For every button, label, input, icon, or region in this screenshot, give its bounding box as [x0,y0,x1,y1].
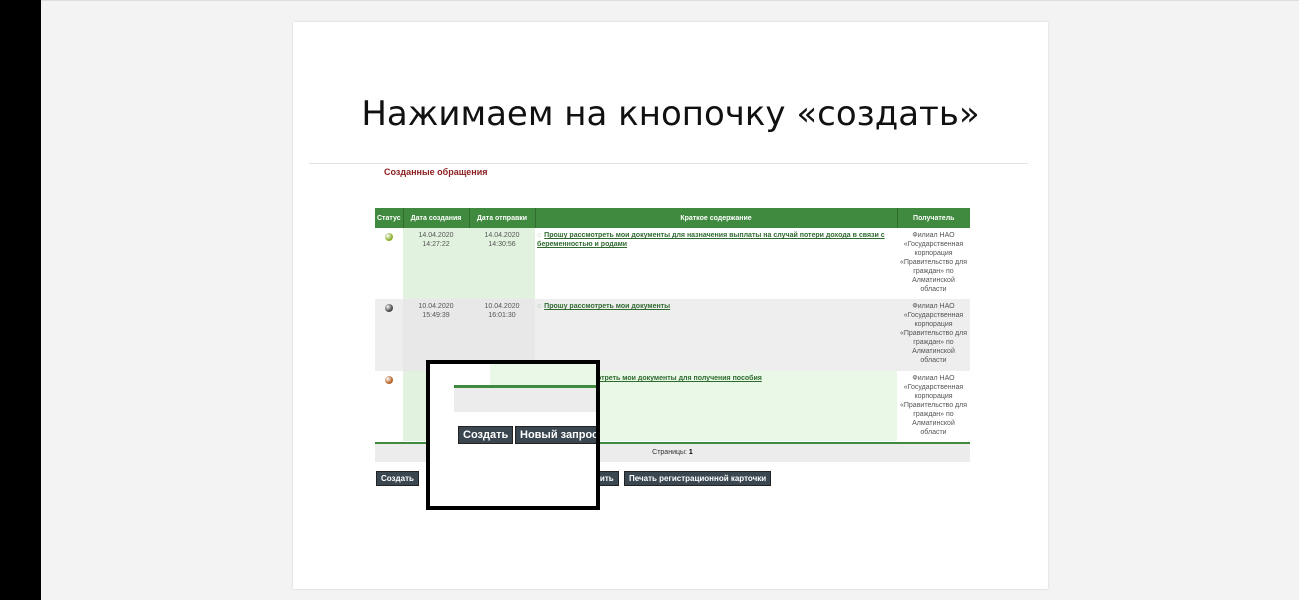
presentation-slide: Нажимаем на кнопочку «создать» Созданные… [293,22,1048,589]
created-date: 10.04.2020 [418,303,454,310]
status-dot-icon [385,376,393,384]
table-row[interactable]: 14.04.2020 14:27:22 14.04.2020 14:30:56 … [375,228,970,299]
comment-bubble-icon: ◌ [537,303,542,310]
header-created[interactable]: Дата создания [402,208,469,228]
sent-time: 14:30:56 [488,241,516,248]
status-dot-icon [385,233,393,241]
slide-separator [309,163,1028,164]
status-dot-icon [385,304,393,312]
top-divider [41,0,1299,1]
left-sidebar [0,0,41,600]
zoom-row-fill [490,364,596,385]
zoom-callout: Создать Новый запрос [426,360,600,510]
zoom-create-button[interactable]: Создать [458,426,514,444]
sent-cell: 14.04.2020 14:30:56 [469,228,535,299]
zoom-pagination-bar [454,388,596,412]
created-date: 14.04.2020 [418,232,454,239]
created-cell: 14.04.2020 14:27:22 [403,228,469,299]
table-header-row: Статус Дата создания Дата отправки Кратк… [375,208,970,228]
sent-date: 14.04.2020 [484,232,520,239]
summary-link[interactable]: Прошу рассмотреть мои документы [544,303,670,310]
header-recipient[interactable]: Получатель [896,208,970,228]
summary-cell: ◌ Прошу рассмотреть мои документы для наз… [535,228,897,299]
pages-label: Страницы: [652,449,687,456]
header-status[interactable]: Статус [375,208,403,228]
page-number[interactable]: 1 [689,449,693,456]
status-cell [375,299,403,371]
status-cell [375,228,403,299]
sent-time: 16:01:30 [488,312,516,319]
create-button[interactable]: Создать [376,471,419,486]
slide-title: Нажимаем на кнопочку «создать» [361,94,980,134]
created-time: 14:27:22 [422,241,450,248]
print-card-button[interactable]: Печать регистрационной карточки [624,471,772,486]
comment-bubble-icon: ◌ [537,232,542,239]
section-title: Созданные обращения [384,167,488,177]
recipient-cell: Филиал НАО «Государственная корпорация «… [897,371,970,441]
sent-date: 10.04.2020 [484,303,520,310]
status-cell [375,371,403,441]
recipient-cell: Филиал НАО «Государственная корпорация «… [897,228,970,299]
summary-link[interactable]: Прошу рассмотреть мои документы для назн… [537,232,885,248]
created-time: 15:49:39 [422,312,450,319]
header-sent[interactable]: Дата отправки [468,208,535,228]
summary-link[interactable]: отреть мои документы для получения пособ… [597,375,762,382]
header-summary[interactable]: Краткое содержание [534,208,897,228]
zoom-new-request-button[interactable]: Новый запрос [515,426,596,444]
recipient-cell: Филиал НАО «Государственная корпорация «… [897,299,970,371]
